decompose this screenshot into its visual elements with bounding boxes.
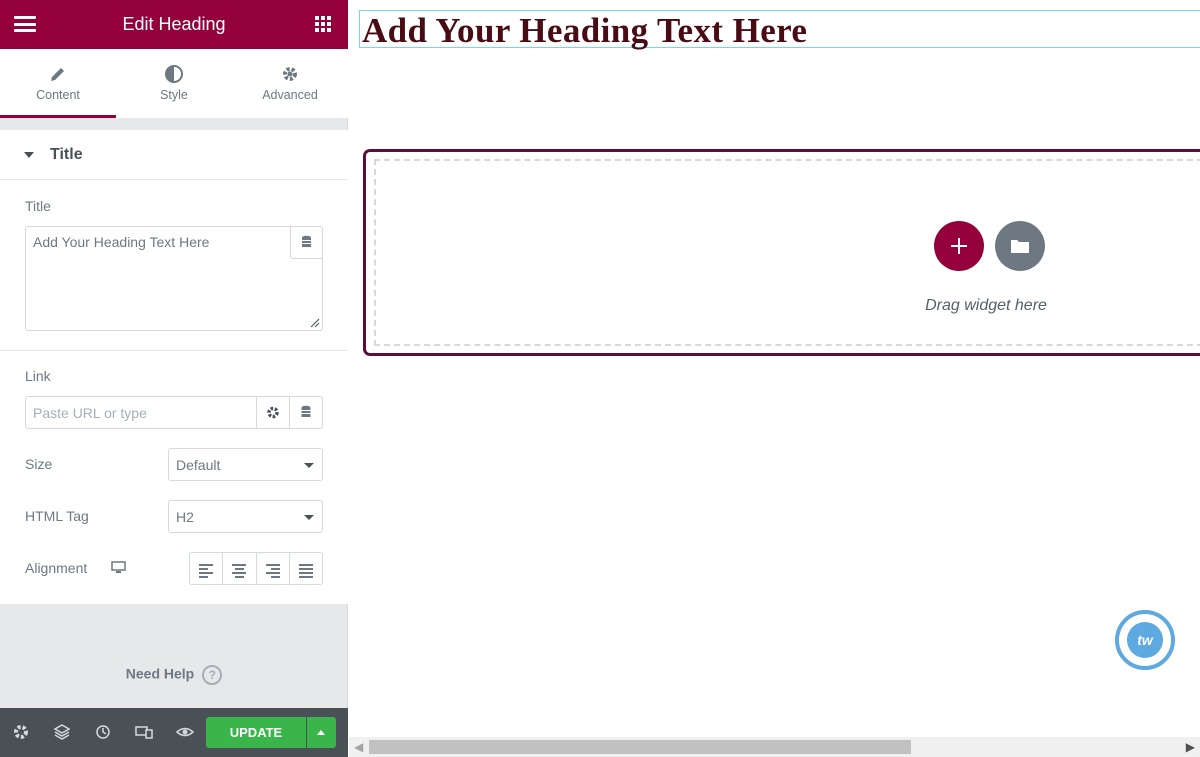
add-section-button[interactable] — [934, 221, 984, 271]
size-select-value: Default — [176, 457, 221, 473]
responsive-mode-icon[interactable] — [135, 723, 153, 741]
panel-footer: UPDATE — [0, 708, 348, 757]
horizontal-scrollbar[interactable]: ◀ ▶ — [349, 737, 1200, 757]
alignment-label: Alignment — [25, 560, 88, 576]
scroll-left-arrow-icon[interactable]: ◀ — [354, 740, 363, 754]
add-template-button[interactable] — [995, 221, 1045, 271]
gear-icon — [267, 406, 279, 419]
contrast-icon — [165, 65, 183, 83]
html-tag-select[interactable]: H2 — [168, 500, 323, 533]
align-justify-icon — [298, 564, 313, 580]
align-right-icon — [265, 564, 280, 580]
link-label: Link — [25, 368, 51, 384]
tw-badge-text: tw — [1127, 622, 1163, 658]
heading-text: Add Your Heading Text Here — [362, 11, 808, 50]
size-label: Size — [25, 456, 53, 472]
folder-icon — [1011, 240, 1029, 253]
content-controls: Title Title Add Your Heading Text Here L… — [0, 130, 348, 604]
update-button[interactable]: UPDATE — [206, 717, 306, 748]
section-title: Title — [50, 145, 83, 163]
widgets-grid-icon[interactable] — [315, 16, 331, 32]
empty-section: Drag widget here — [363, 149, 1200, 356]
scroll-right-arrow-icon[interactable]: ▶ — [1186, 740, 1195, 754]
layers-icon[interactable] — [53, 723, 71, 741]
tw-badge-logo[interactable]: tw — [1115, 610, 1175, 670]
align-right-button[interactable] — [257, 553, 290, 584]
link-url-input[interactable]: Paste URL or type — [25, 396, 323, 429]
dynamic-tags-button[interactable] — [290, 226, 323, 259]
chevron-down-icon — [304, 463, 314, 468]
divider — [0, 350, 348, 351]
drop-area[interactable]: Drag widget here — [374, 159, 1200, 346]
tab-style-label: Style — [160, 88, 188, 102]
align-left-icon — [199, 564, 213, 580]
title-label: Title — [25, 198, 51, 214]
section-title-toggle[interactable]: Title — [0, 130, 348, 180]
drag-widget-hint: Drag widget here — [925, 297, 1047, 314]
preview-canvas: Add Your Heading Text Here Drag widget h… — [349, 0, 1200, 757]
html-tag-select-value: H2 — [176, 509, 194, 525]
history-icon[interactable] — [94, 723, 112, 741]
panel-title: Edit Heading — [122, 14, 226, 34]
html-tag-label: HTML Tag — [25, 508, 89, 524]
tab-style[interactable]: Style — [116, 49, 232, 118]
database-icon — [301, 405, 311, 417]
heading-widget[interactable]: Add Your Heading Text Here — [359, 10, 1200, 50]
tab-advanced[interactable]: Advanced — [232, 49, 348, 118]
editor-panel: Edit Heading Content Style Advanced Titl… — [0, 0, 348, 757]
align-center-button[interactable] — [223, 553, 257, 584]
update-options-button[interactable] — [307, 717, 336, 748]
panel-header: Edit Heading — [0, 0, 348, 49]
desktop-icon[interactable] — [111, 561, 126, 574]
gear-icon — [283, 67, 297, 81]
title-textarea[interactable]: Add Your Heading Text Here — [25, 226, 323, 331]
resize-handle-icon[interactable] — [310, 318, 320, 328]
size-select[interactable]: Default — [168, 448, 323, 481]
chevron-down-icon — [304, 515, 314, 520]
help-question-icon: ? — [202, 665, 223, 685]
tab-advanced-label: Advanced — [262, 88, 318, 102]
tab-content-label: Content — [36, 88, 80, 102]
align-center-icon — [232, 564, 247, 580]
need-help-label: Need Help — [125, 665, 195, 682]
panel-tabs: Content Style Advanced — [0, 49, 348, 118]
title-textarea-value: Add Your Heading Text Here — [33, 234, 210, 250]
link-url-placeholder: Paste URL or type — [33, 405, 147, 421]
alignment-buttons — [189, 552, 323, 585]
database-icon — [302, 235, 311, 247]
align-left-button[interactable] — [190, 553, 224, 584]
align-justify-button[interactable] — [290, 553, 322, 584]
pencil-icon — [51, 68, 64, 81]
tab-content[interactable]: Content — [0, 49, 116, 118]
preview-eye-icon[interactable] — [176, 723, 194, 741]
need-help-link[interactable]: Need Help? — [0, 665, 348, 685]
link-dynamic-button[interactable] — [289, 396, 323, 429]
link-options-button[interactable] — [256, 396, 290, 429]
caret-down-icon — [24, 151, 34, 158]
settings-gear-icon[interactable] — [12, 723, 30, 741]
scrollbar-thumb[interactable] — [369, 740, 911, 754]
